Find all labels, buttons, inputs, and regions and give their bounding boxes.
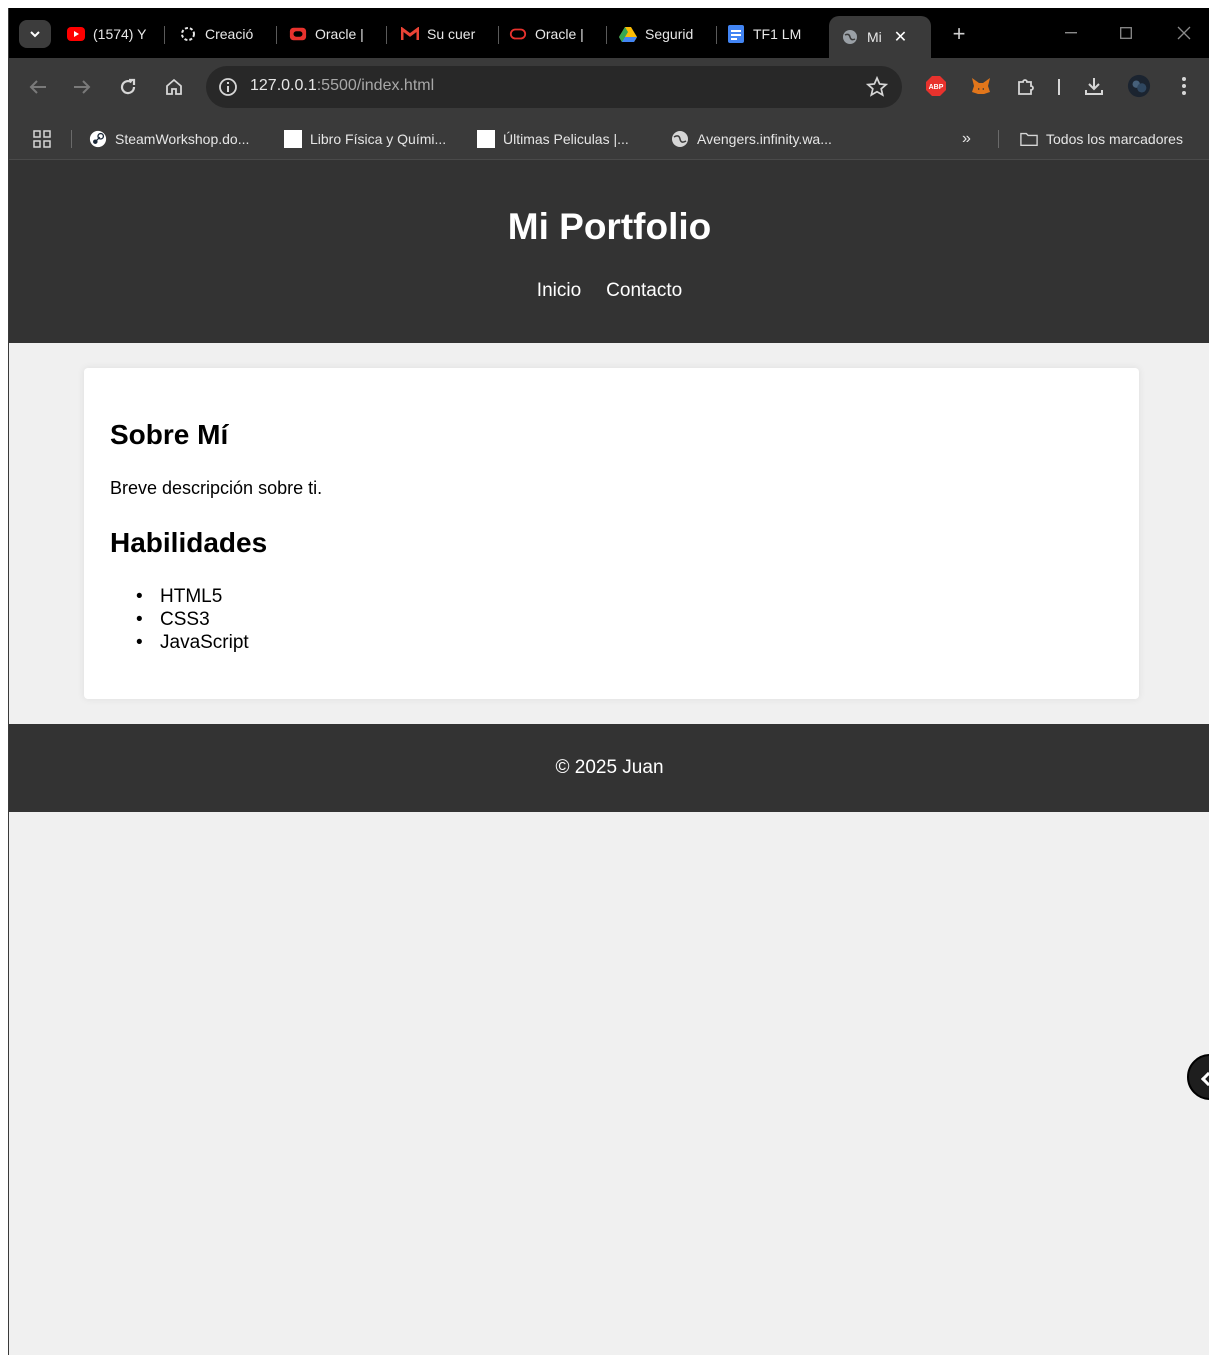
bookmark-star-icon[interactable] (866, 76, 888, 98)
apps-grid-button[interactable] (33, 128, 51, 150)
bookmark-steamworkshop[interactable]: SteamWorkshop.do... (89, 128, 249, 150)
browser-window: (1574) Y Creació Oracle | Su cuer Oracle… (8, 8, 1209, 1355)
tab-strip: (1574) Y Creació Oracle | Su cuer Oracle… (9, 8, 1209, 58)
skill-item: JavaScript (134, 631, 249, 654)
bookmark-ultimas-peliculas[interactable]: Últimas Peliculas |... (477, 128, 629, 150)
bookmark-label: SteamWorkshop.do... (115, 131, 250, 147)
tab-label: Segurid (645, 26, 694, 42)
tab-label: Oracle | (535, 26, 584, 42)
bookmarks-overflow-button[interactable]: » (962, 128, 971, 150)
back-button[interactable] (23, 72, 53, 102)
chevron-down-icon (30, 31, 40, 38)
address-bar[interactable]: 127.0.0.1:5500/index.html (206, 66, 902, 108)
steam-icon (89, 130, 107, 148)
tab-label: TF1 LM (753, 26, 802, 42)
skill-item: HTML5 (134, 585, 249, 608)
url-text: 127.0.0.1:5500/index.html (250, 77, 435, 94)
oracle-outline-icon (509, 25, 527, 43)
openai-icon (179, 25, 197, 43)
youtube-icon (67, 25, 85, 43)
blank-page-icon (284, 130, 302, 148)
google-docs-icon (727, 25, 745, 43)
tab-creacion[interactable]: Creació (179, 18, 277, 50)
tab-label: Su cuer (427, 26, 476, 42)
site-footer: © 2025 Juan (9, 724, 1209, 812)
tab-active-portfolio[interactable]: Mi ✕ (829, 16, 931, 58)
apps-grid-icon (33, 130, 51, 148)
profile-avatar[interactable] (1127, 74, 1151, 98)
page-viewport: Mi Portfolio Inicio Contacto Sobre Mí Br… (9, 160, 1209, 1355)
site-header: Mi Portfolio Inicio Contacto (9, 160, 1209, 343)
nav-link-inicio[interactable]: Inicio (537, 280, 581, 302)
arrow-right-icon (74, 80, 91, 94)
skill-item: CSS3 (134, 608, 249, 631)
nav-link-contacto[interactable]: Contacto (606, 280, 682, 302)
globe-icon (841, 28, 859, 46)
home-icon (166, 78, 182, 95)
site-title: Mi Portfolio (507, 206, 712, 247)
gmail-icon (401, 25, 419, 43)
bookmark-libro-fisica[interactable]: Libro Física y Quími... (284, 128, 446, 150)
about-heading: Sobre Mí (110, 419, 229, 450)
skills-list: HTML5 CSS3 JavaScript (134, 585, 249, 654)
tab-drive[interactable]: Segurid (619, 18, 717, 50)
tab-label: Creació (205, 26, 254, 42)
blank-page-icon (477, 130, 495, 148)
globe-icon (671, 130, 689, 148)
info-icon[interactable] (218, 77, 238, 97)
reload-button[interactable] (113, 72, 143, 102)
content-card: Sobre Mí Breve descripción sobre ti. Hab… (84, 368, 1139, 699)
tab-label: Oracle | (315, 26, 364, 42)
tab-gmail[interactable]: Su cuer (401, 18, 499, 50)
bookmark-avengers[interactable]: Avengers.infinity.wa... (671, 128, 832, 150)
tab-label: Mi (867, 29, 882, 45)
menu-kebab-icon[interactable] (1172, 74, 1196, 98)
downloads-icon[interactable] (1082, 74, 1106, 98)
oracle-icon (289, 25, 307, 43)
all-bookmarks-label: Todos los marcadores (1046, 131, 1183, 147)
tab-oracle-2[interactable]: Oracle | (509, 18, 607, 50)
bookmark-label: Avengers.infinity.wa... (697, 131, 832, 147)
arrow-left-icon (29, 80, 46, 94)
bookmark-divider (71, 130, 72, 148)
tab-youtube[interactable]: (1574) Y (67, 18, 165, 50)
toolbar-divider (1058, 79, 1060, 95)
bookmark-label: Libro Física y Quími... (310, 131, 447, 147)
skills-heading: Habilidades (110, 527, 268, 558)
footer-text: © 2025 Juan (555, 757, 664, 778)
folder-icon (1020, 130, 1038, 148)
bookmark-label: Últimas Peliculas |... (503, 131, 629, 147)
forward-button[interactable] (67, 72, 97, 102)
extensions-puzzle-icon[interactable] (1014, 74, 1038, 98)
new-tab-button[interactable]: + (945, 20, 973, 48)
tab-label: (1574) Y (93, 26, 147, 42)
close-tab-icon[interactable]: ✕ (894, 27, 907, 47)
tab-search-button[interactable] (19, 20, 51, 48)
svg-text:ABP: ABP (929, 84, 944, 91)
google-drive-icon (619, 25, 637, 43)
about-text: Breve descripción sobre ti. (110, 478, 323, 498)
browser-toolbar: 127.0.0.1:5500/index.html ABP (9, 58, 1209, 116)
tab-oracle-1[interactable]: Oracle | (289, 18, 387, 50)
adblock-plus-icon[interactable]: ABP (924, 74, 948, 98)
all-bookmarks-button[interactable]: Todos los marcadores (1020, 128, 1183, 150)
metamask-fox-icon[interactable] (969, 74, 993, 98)
site-nav: Inicio Contacto (9, 280, 1209, 302)
maximize-icon[interactable] (1106, 20, 1146, 46)
bookmark-divider (998, 130, 999, 148)
home-button[interactable] (159, 72, 189, 102)
minimize-icon[interactable] (1051, 20, 1091, 46)
close-window-icon[interactable] (1164, 20, 1204, 46)
reload-icon (120, 78, 136, 95)
bookmarks-bar: SteamWorkshop.do... Libro Física y Quími… (9, 116, 1209, 160)
tab-docs[interactable]: TF1 LM (727, 18, 825, 50)
